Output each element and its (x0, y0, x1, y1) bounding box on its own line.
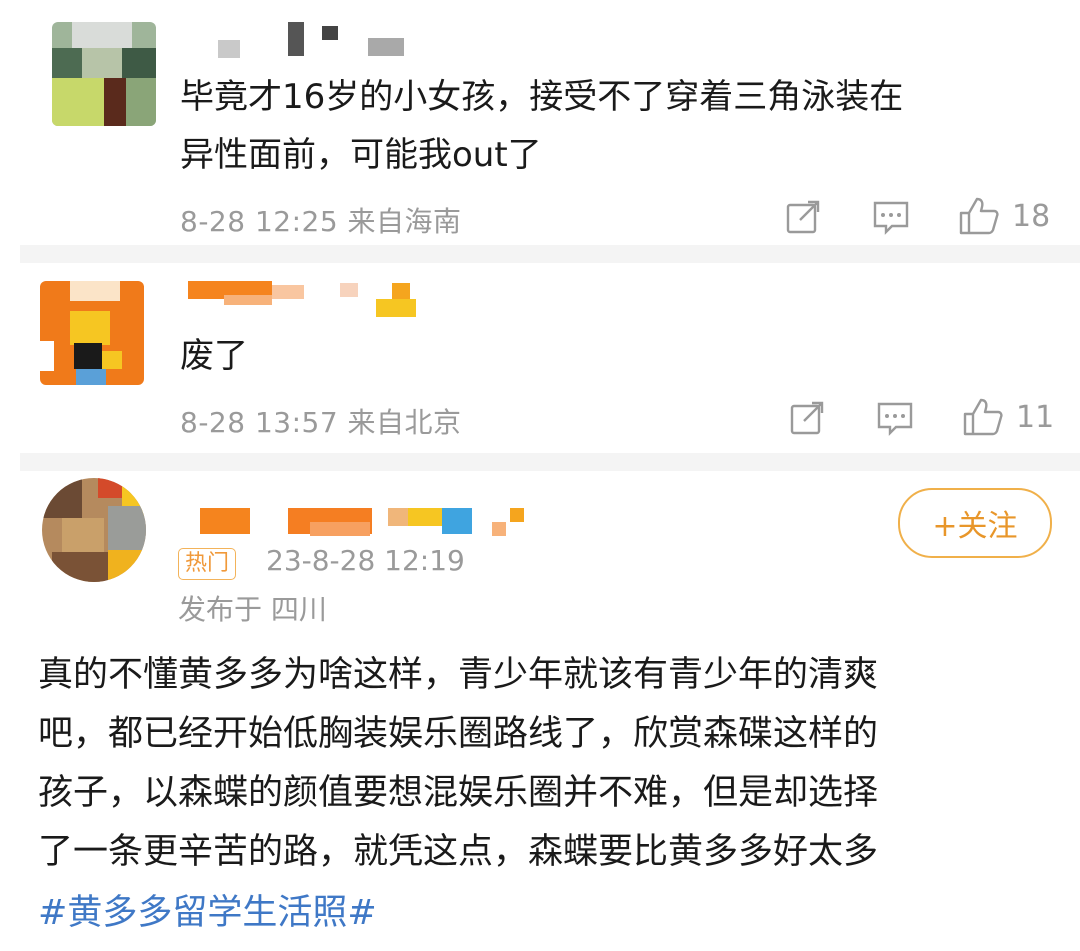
hashtag-link[interactable]: #黄多多留学生活照# (38, 884, 377, 935)
post-time: 23-8-28 12:19 (266, 544, 465, 577)
avatar[interactable] (42, 478, 146, 582)
follow-button[interactable]: +关注 (898, 488, 1052, 558)
post-text-line: 吧，都已经开始低胸装娱乐圈路线了，欣赏森碟这样的 (38, 714, 879, 754)
post-text-line: 真的不懂黄多多为啥这样，青少年就该有青少年的清爽 (38, 655, 879, 695)
post-text-line: 孩子，以森蝶的颜值要想混娱乐圈并不难，但是却选择 (38, 773, 879, 813)
post-text-line: 了一条更辛苦的路，就凭这点，森蝶要比黄多多好太多 (38, 832, 879, 872)
post-location: 发布于 四川 (178, 593, 327, 626)
hot-badge: 热门 (178, 548, 237, 580)
post-text: 真的不懂黄多多为啥这样，青少年就该有青少年的清爽 吧，都已经开始低胸装娱乐圈路线… (38, 646, 1048, 882)
post: +关注 热门 23-8-28 12:19 发布于 四川 真的不懂黄多多为啥这样，… (0, 0, 1080, 951)
